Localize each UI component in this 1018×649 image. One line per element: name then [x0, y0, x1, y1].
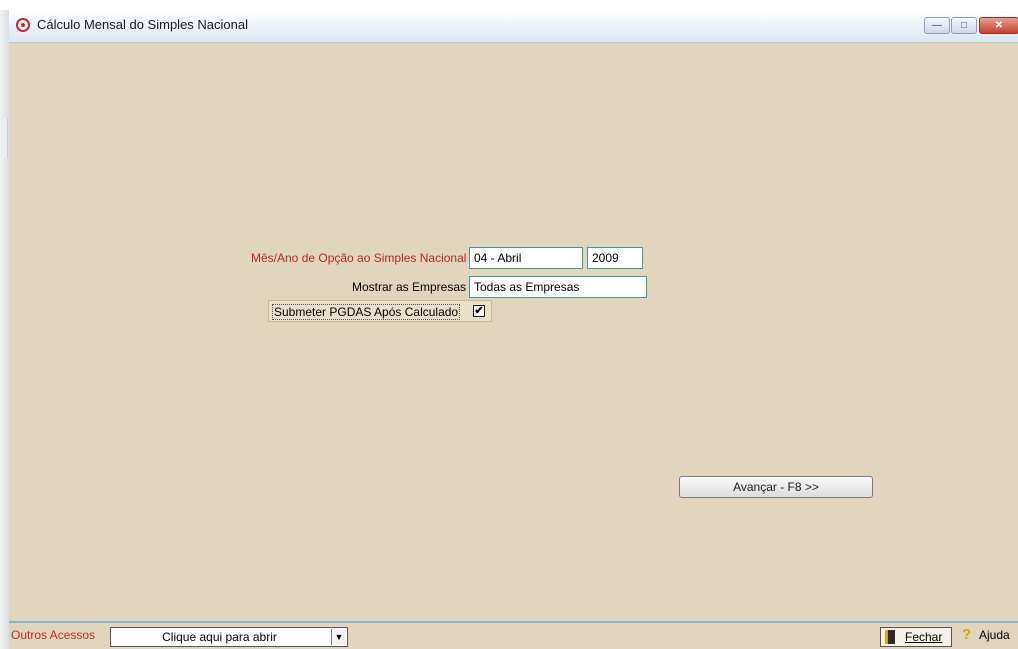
opcao-year-field[interactable]: 2009: [587, 247, 643, 269]
opcao-month-field[interactable]: 04 - Abril: [469, 247, 583, 269]
mostrar-empresas-field[interactable]: Todas as Empresas: [469, 276, 647, 298]
title-bar[interactable]: Cálculo Mensal do Simples Nacional — □ ✕: [9, 10, 1018, 43]
door-exit-icon: [885, 630, 895, 644]
maximize-button[interactable]: □: [951, 17, 977, 34]
help-icon[interactable]: ?: [962, 626, 971, 643]
ajuda-button[interactable]: Ajuda: [979, 628, 1010, 642]
opcao-label: Mês/Ano de Opção ao Simples Nacional: [251, 251, 467, 265]
main-window: Cálculo Mensal do Simples Nacional — □ ✕…: [9, 10, 1018, 649]
app-record-icon: [16, 18, 30, 32]
fechar-label: Fechar: [905, 630, 943, 644]
submeter-checkbox[interactable]: ✔: [473, 305, 485, 317]
bottom-bar: Outros Acessos Clique aqui para abrir ▼ …: [9, 621, 1018, 649]
desktop-edge: [0, 10, 9, 649]
outros-acessos-combo[interactable]: Clique aqui para abrir ▼: [110, 627, 348, 647]
close-button[interactable]: ✕: [979, 17, 1018, 34]
window-title: Cálculo Mensal do Simples Nacional: [37, 17, 248, 32]
avancar-button[interactable]: Avançar - F8 >>: [679, 476, 873, 498]
fechar-button[interactable]: Fechar: [880, 627, 952, 647]
submeter-checkbox-group[interactable]: Submeter PGDAS Após Calculado ✔: [268, 300, 492, 322]
combo-value: Clique aqui para abrir: [162, 630, 277, 644]
outros-acessos-label: Outros Acessos: [11, 628, 96, 642]
submeter-label[interactable]: Submeter PGDAS Após Calculado: [272, 304, 461, 320]
minimize-button[interactable]: —: [924, 17, 950, 34]
chevron-down-icon[interactable]: ▼: [331, 629, 346, 645]
desktop-edge-notch: [2, 118, 8, 158]
mostrar-label: Mostrar as Empresas: [352, 280, 467, 294]
